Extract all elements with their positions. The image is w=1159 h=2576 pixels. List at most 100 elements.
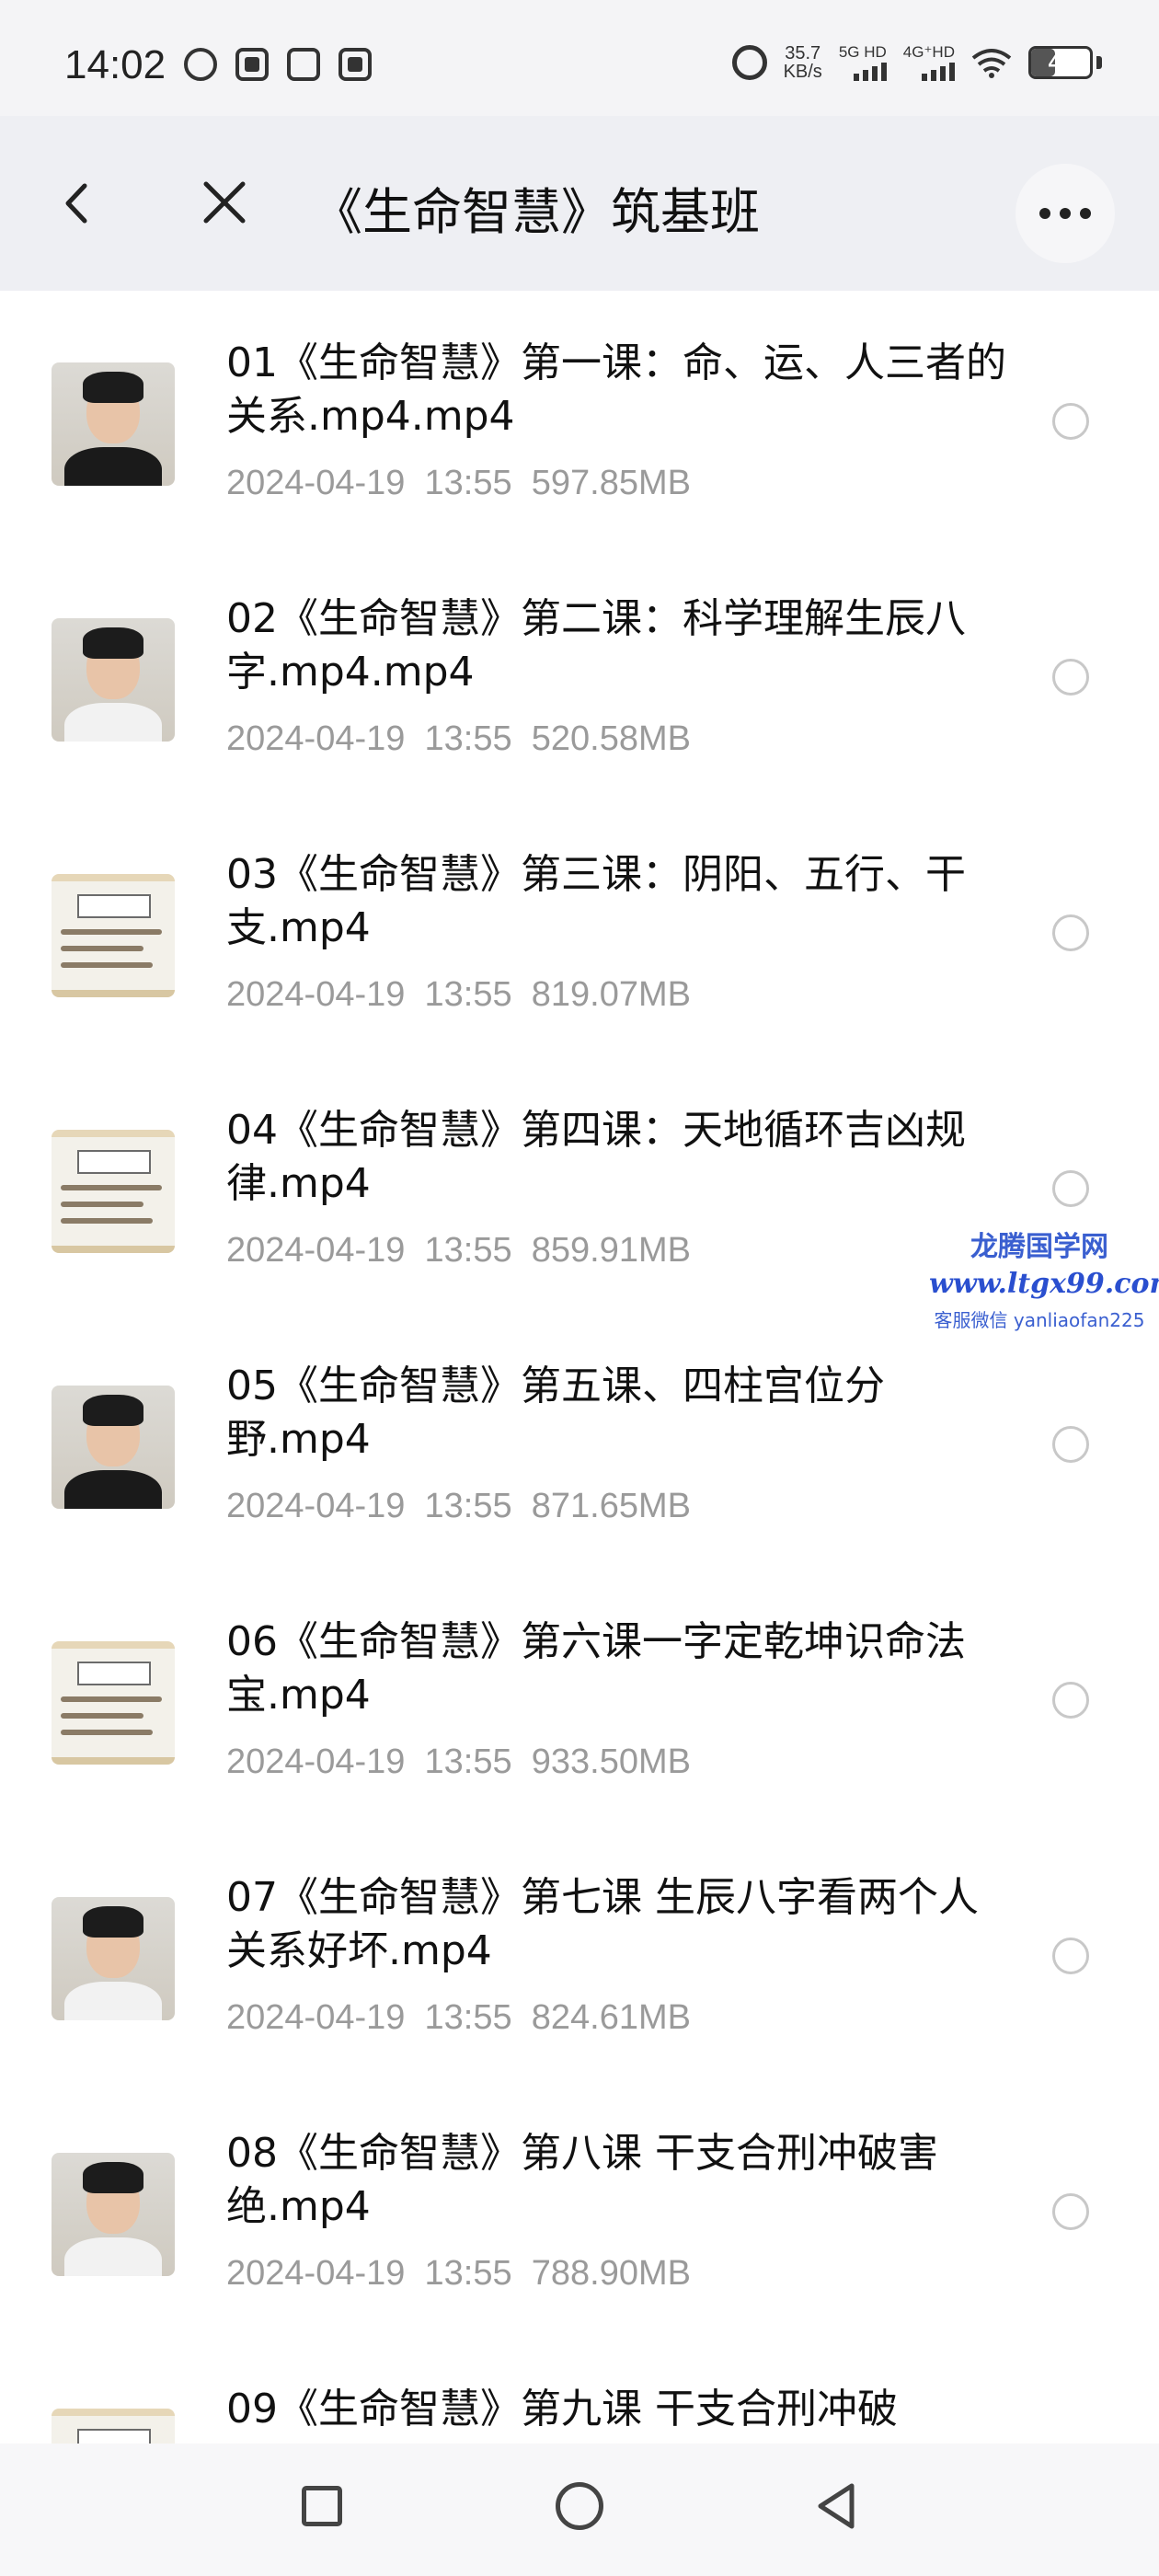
watermark-sub: 客服微信 yanliaofan225 bbox=[934, 1309, 1145, 1331]
select-radio[interactable] bbox=[1052, 1682, 1089, 1719]
watermark: 龙腾国学网 www.ltgx99.com 客服微信 yanliaofan225 bbox=[929, 1224, 1159, 1332]
sim2-signal: 4G⁺HD bbox=[903, 44, 955, 81]
battery-level: 40 bbox=[1048, 51, 1073, 75]
battery-tip bbox=[1096, 56, 1102, 69]
bag-icon bbox=[287, 48, 320, 81]
file-date: 2024-04-19 bbox=[226, 1487, 406, 1525]
file-title: 07《生命智慧》第七课 生辰八字看两个人关系好坏.mp4 bbox=[226, 1874, 979, 1974]
nav-bar bbox=[0, 2444, 1159, 2576]
video-thumbnail bbox=[52, 2153, 175, 2276]
file-size: 819.07MB bbox=[531, 975, 691, 1014]
net-speed-unit: KB/s bbox=[783, 62, 822, 82]
file-meta: 2024-04-19 13:55 520.58MB bbox=[226, 719, 691, 759]
more-dot bbox=[1080, 208, 1091, 219]
select-radio[interactable] bbox=[1052, 1426, 1089, 1463]
select-radio[interactable] bbox=[1052, 2193, 1089, 2230]
file-list-item[interactable]: 03《生命智慧》第三课：阴阳、五行、干支.mp4 2024-04-19 13:55… bbox=[0, 802, 1159, 1058]
file-meta: 2024-04-19 13:55 819.07MB bbox=[226, 975, 691, 1015]
select-radio[interactable] bbox=[1052, 1170, 1089, 1207]
file-date: 2024-04-19 bbox=[226, 2254, 406, 2293]
file-list-item[interactable]: 05《生命智慧》第五课、四柱宫位分野.mp4 2024-04-19 13:55 8… bbox=[0, 1314, 1159, 1570]
file-list-item[interactable]: 06《生命智慧》第六课一字定乾坤识命法宝.mp4 2024-04-19 13:55… bbox=[0, 1570, 1159, 1825]
file-time: 13:55 bbox=[424, 719, 512, 758]
file-list-item[interactable]: 09《生命智慧》第九课 干支合刑冲破 bbox=[0, 2337, 1159, 2444]
file-list-item[interactable]: 02《生命智慧》第二课：科学理解生辰八字.mp4.mp4 2024-04-19 1… bbox=[0, 546, 1159, 802]
sim2-label: 4G⁺HD bbox=[902, 43, 955, 61]
file-size: 933.50MB bbox=[531, 1742, 691, 1781]
file-date: 2024-04-19 bbox=[226, 719, 406, 758]
file-meta: 2024-04-19 13:55 824.61MB bbox=[226, 1998, 691, 2038]
status-right: 35.7 KB/s 5G HD 4G⁺HD 40 bbox=[731, 44, 1102, 81]
video-thumbnail bbox=[52, 1130, 175, 1253]
home-circle-icon[interactable] bbox=[556, 2482, 603, 2530]
file-size: 597.85MB bbox=[531, 464, 691, 502]
net-speed-value: 35.7 bbox=[785, 43, 821, 63]
file-date: 2024-04-19 bbox=[226, 975, 406, 1014]
select-radio[interactable] bbox=[1052, 914, 1089, 951]
file-meta: 2024-04-19 13:55 859.91MB bbox=[226, 1231, 691, 1271]
select-radio[interactable] bbox=[1052, 1938, 1089, 1974]
file-date: 2024-04-19 bbox=[226, 1742, 406, 1781]
video-thumbnail bbox=[52, 1641, 175, 1765]
file-title: 02《生命智慧》第二课：科学理解生辰八字.mp4.mp4 bbox=[226, 595, 966, 696]
video-thumbnail bbox=[52, 618, 175, 742]
file-title: 08《生命智慧》第八课 干支合刑冲破害绝.mp4 bbox=[226, 2130, 938, 2230]
watermark-url: www.ltgx99.com bbox=[929, 1268, 1159, 1300]
app-bar: 《生命智慧》筑基班 bbox=[0, 116, 1159, 291]
select-radio[interactable] bbox=[1052, 403, 1089, 440]
watermark-title: 龙腾国学网 bbox=[970, 1231, 1108, 1263]
file-size: 871.65MB bbox=[531, 1487, 691, 1525]
signal-bars-icon bbox=[853, 61, 887, 81]
video-thumbnail bbox=[52, 1897, 175, 2020]
file-title: 01《生命智慧》第一课：命、运、人三者的关系.mp4.mp4 bbox=[226, 339, 1006, 440]
file-meta: 2024-04-19 13:55 788.90MB bbox=[226, 2254, 691, 2294]
file-meta: 2024-04-19 13:55 597.85MB bbox=[226, 464, 691, 503]
inbox-icon bbox=[339, 48, 372, 81]
file-time: 13:55 bbox=[424, 2254, 512, 2293]
more-dot bbox=[1039, 208, 1050, 219]
file-time: 13:55 bbox=[424, 1231, 512, 1270]
video-thumbnail bbox=[52, 2409, 175, 2444]
file-date: 2024-04-19 bbox=[226, 464, 406, 502]
video-thumbnail bbox=[52, 874, 175, 997]
file-meta: 2024-04-19 13:55 871.65MB bbox=[226, 1487, 691, 1526]
file-time: 13:55 bbox=[424, 1998, 512, 2037]
file-list-item[interactable]: 08《生命智慧》第八课 干支合刑冲破害绝.mp4 2024-04-19 13:55… bbox=[0, 2081, 1159, 2337]
select-radio[interactable] bbox=[1052, 659, 1089, 696]
battery-icon: 40 bbox=[1028, 46, 1093, 79]
notification-icons bbox=[184, 48, 372, 81]
video-thumbnail bbox=[52, 362, 175, 486]
file-list-item[interactable]: 07《生命智慧》第七课 生辰八字看两个人关系好坏.mp4 2024-04-19 1… bbox=[0, 1825, 1159, 2081]
file-size: 788.90MB bbox=[531, 2254, 691, 2293]
sim1-label: 5G HD bbox=[838, 43, 887, 61]
file-meta: 2024-04-19 13:55 933.50MB bbox=[226, 1742, 691, 1782]
more-button[interactable] bbox=[1016, 164, 1115, 263]
back-triangle-icon[interactable] bbox=[813, 2480, 859, 2532]
status-bar: 14:02 35.7 KB/s 5G HD 4G⁺HD 40 bbox=[0, 0, 1159, 116]
file-title: 06《生命智慧》第六课一字定乾坤识命法宝.mp4 bbox=[226, 1618, 966, 1719]
file-size: 824.61MB bbox=[531, 1998, 691, 2037]
file-date: 2024-04-19 bbox=[226, 1231, 406, 1270]
file-title: 04《生命智慧》第四课：天地循环吉凶规律.mp4 bbox=[226, 1107, 966, 1207]
net-speed: 35.7 KB/s bbox=[784, 44, 822, 81]
file-time: 13:55 bbox=[424, 975, 512, 1014]
chevron-left-icon[interactable] bbox=[57, 180, 98, 226]
sim1-signal: 5G HD bbox=[839, 44, 887, 81]
file-time: 13:55 bbox=[424, 1742, 512, 1781]
gallery-icon bbox=[235, 48, 269, 81]
file-size: 520.58MB bbox=[531, 719, 691, 758]
file-time: 13:55 bbox=[424, 464, 512, 502]
file-date: 2024-04-19 bbox=[226, 1998, 406, 2037]
file-title: 09《生命智慧》第九课 干支合刑冲破 bbox=[226, 2386, 898, 2432]
file-list-item[interactable]: 01《生命智慧》第一课：命、运、人三者的关系.mp4.mp4 2024-04-19… bbox=[0, 291, 1159, 546]
file-size: 859.91MB bbox=[531, 1231, 691, 1270]
more-dot bbox=[1060, 208, 1071, 219]
file-list: 01《生命智慧》第一课：命、运、人三者的关系.mp4.mp4 2024-04-19… bbox=[0, 291, 1159, 2444]
close-icon[interactable] bbox=[201, 178, 248, 226]
recents-square-icon[interactable] bbox=[302, 2486, 342, 2526]
page-title: 《生命智慧》筑基班 bbox=[313, 183, 760, 241]
alarm-icon bbox=[731, 45, 767, 80]
video-thumbnail bbox=[52, 1386, 175, 1509]
wifi-icon bbox=[971, 49, 1012, 78]
signal-bars-icon bbox=[922, 61, 955, 81]
